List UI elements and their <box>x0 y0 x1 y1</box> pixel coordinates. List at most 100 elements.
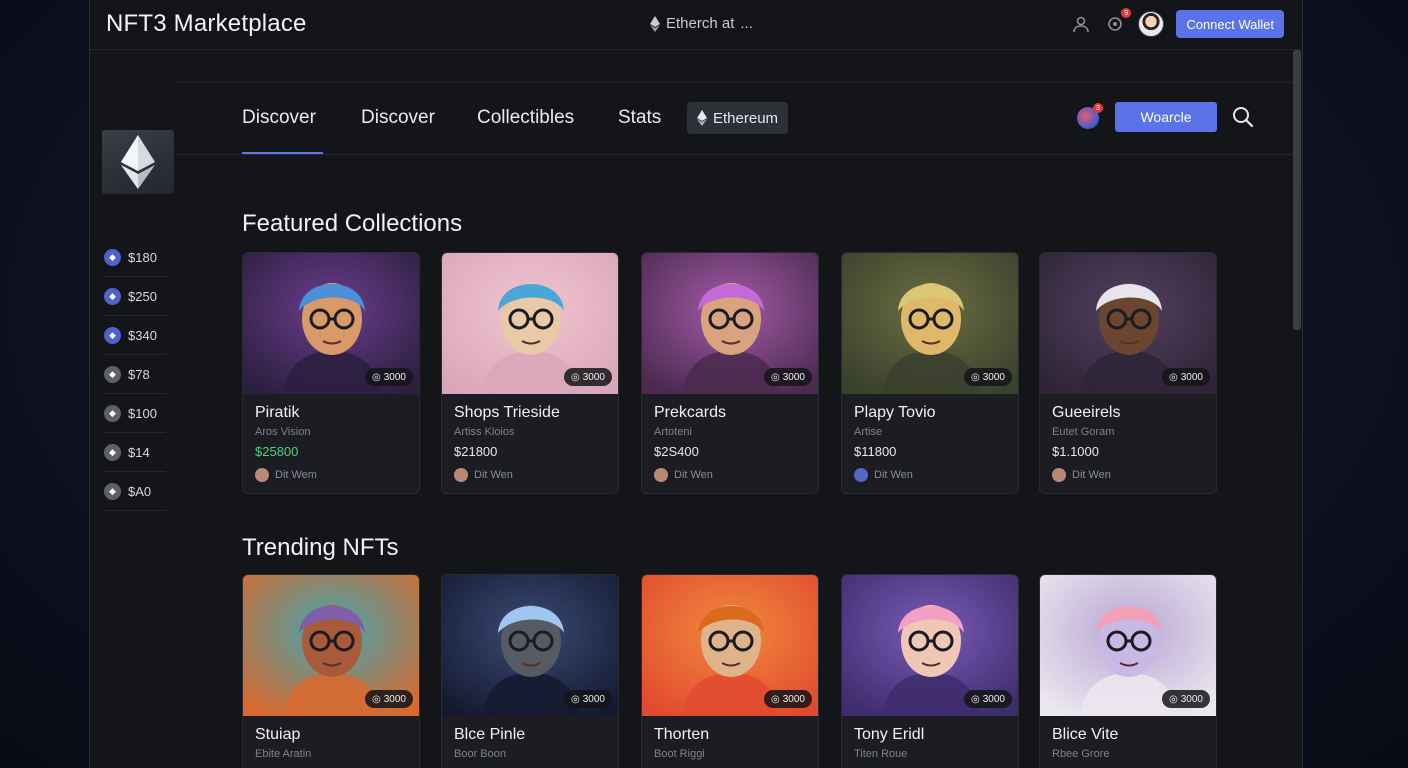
nft-image[interactable]: ◎ 3000 <box>842 575 1018 716</box>
owner-name: Dit Wem <box>275 469 317 481</box>
search-icon[interactable] <box>1231 105 1255 129</box>
price-tag: ◎ 3000 <box>1162 690 1210 708</box>
eth-coin-icon: ◆ <box>104 326 121 344</box>
orb-badge: 3 <box>1093 103 1103 113</box>
sidebar-item[interactable]: ◆ $250 <box>104 277 166 316</box>
nft-artist: Artise <box>854 426 883 438</box>
sidebar-item[interactable]: ◆ $100 <box>104 394 166 433</box>
sidebar-item[interactable]: ◆ $340 <box>104 316 166 355</box>
nft-card[interactable]: ◎ 3000 Stuiap Ebite Aratin <box>242 574 420 768</box>
avatar[interactable] <box>1138 11 1165 37</box>
nft-owner[interactable]: Dit Wen <box>1052 468 1204 482</box>
nft-card[interactable]: ◎ 3000 Prekcards Artoteni $2S400 Dit Wen <box>641 252 819 494</box>
eth-tag-icon: ◎ <box>971 693 980 705</box>
nft-name[interactable]: Blce Pinle <box>454 726 606 744</box>
eth-tag-icon: ◎ <box>1169 693 1178 705</box>
notification-icon[interactable]: 9 <box>1104 8 1132 35</box>
nft-artist: Rbee Grore <box>1052 748 1110 760</box>
network-more: ... <box>740 15 753 32</box>
profile-orb-icon[interactable]: 3 <box>1077 103 1103 129</box>
nft-owner[interactable]: Dit Wen <box>654 468 806 482</box>
owner-avatar <box>654 468 668 482</box>
nft-card[interactable]: ◎ 3000 Thorten Boot Riggi <box>641 574 819 768</box>
nft-image[interactable]: ◎ 3000 <box>1040 575 1216 716</box>
owner-name: Dit Wen <box>1072 469 1111 481</box>
sidebar-item[interactable]: ◆ $14 <box>104 433 166 472</box>
nft-image[interactable]: ◎ 3000 <box>642 253 818 394</box>
nft-name[interactable]: Tony Eridl <box>854 726 1006 744</box>
coin-icon: ◆ <box>104 443 121 461</box>
sidebar-item-label: $100 <box>128 405 157 421</box>
main-nav: Discover Discover Collectibles Stats Eth… <box>175 83 1295 155</box>
nft-image[interactable]: ◎ 3000 <box>442 575 618 716</box>
nft-artist: Artiss Kloios <box>454 426 515 438</box>
price-tag-value: 3000 <box>982 693 1005 705</box>
nft-artist: Boot Riggi <box>654 748 705 760</box>
tab-discover-active[interactable]: Discover <box>242 107 316 129</box>
sidebar-item[interactable]: ◆ $78 <box>104 355 166 394</box>
nft-name[interactable]: Shops Trieside <box>454 404 606 422</box>
sidebar-item[interactable]: ◆ $A0 <box>104 472 166 511</box>
eth-tag-icon: ◎ <box>372 693 381 705</box>
nft-image[interactable]: ◎ 3000 <box>243 575 419 716</box>
nft-card[interactable]: ◎ 3000 Gueeirels Eutet Goram $1.1000 Dit Wen <box>1039 252 1217 494</box>
nft-name[interactable]: Piratik <box>255 404 407 422</box>
ethereum-logo-tile[interactable] <box>102 130 174 194</box>
featured-section-title: Featured Collections <box>242 210 463 237</box>
nft-image[interactable]: ◎ 3000 <box>442 253 618 394</box>
price-tag-value: 3000 <box>582 693 605 705</box>
user-icon[interactable] <box>1070 13 1092 35</box>
nft-image[interactable]: ◎ 3000 <box>243 253 419 394</box>
owner-avatar <box>255 468 269 482</box>
network-pill[interactable]: Ethereum <box>687 102 789 134</box>
price-tag-value: 3000 <box>582 371 605 383</box>
nft-owner[interactable]: Dit Wem <box>255 468 407 482</box>
coin-icon: ◆ <box>104 404 121 422</box>
nft-name[interactable]: Plapy Tovio <box>854 404 1006 422</box>
nft-owner[interactable]: Dit Wen <box>854 468 1006 482</box>
eth-coin-icon: ◆ <box>104 287 121 305</box>
nft-name[interactable]: Blice Vite <box>1052 726 1204 744</box>
price-tag-value: 3000 <box>782 371 805 383</box>
nft-name[interactable]: Stuiap <box>255 726 407 744</box>
eth-tag-icon: ◎ <box>971 371 980 383</box>
nft-artist: Titen Roue <box>854 748 908 760</box>
scrollbar[interactable] <box>1293 50 1301 330</box>
ethereum-logo-icon <box>121 135 155 189</box>
nft-name[interactable]: Thorten <box>654 726 806 744</box>
tab-discover[interactable]: Discover <box>361 107 435 129</box>
tab-collectibles[interactable]: Collectibles <box>477 107 574 129</box>
ethereum-icon <box>650 15 660 32</box>
connect-wallet-button[interactable]: Connect Wallet <box>1176 10 1284 38</box>
eth-tag-icon: ◎ <box>571 371 580 383</box>
nft-card[interactable]: ◎ 3000 Blice Vite Rbee Grore <box>1039 574 1217 768</box>
nft-owner[interactable]: Dit Wen <box>454 468 606 482</box>
app-window: NFT3 Marketplace Etherch at ... 9 Connec… <box>89 0 1303 768</box>
tab-stats[interactable]: Stats <box>618 107 661 129</box>
network-label: Etherch at <box>666 15 735 32</box>
price-tag: ◎ 3000 <box>964 368 1012 386</box>
price-tag: ◎ 3000 <box>1162 368 1210 386</box>
owner-avatar <box>454 468 468 482</box>
nft-card[interactable]: ◎ 3000 Plapy Tovio Artise $11800 Dit Wen <box>841 252 1019 494</box>
primary-action-button[interactable]: Woarcle <box>1115 102 1217 132</box>
nft-image[interactable]: ◎ 3000 <box>1040 253 1216 394</box>
nft-image[interactable]: ◎ 3000 <box>842 253 1018 394</box>
coin-icon: ◆ <box>104 365 121 383</box>
nft-image[interactable]: ◎ 3000 <box>642 575 818 716</box>
nft-card[interactable]: ◎ 3000 Blce Pinle Boor Boon <box>441 574 619 768</box>
nft-artist: Boor Boon <box>454 748 506 760</box>
nft-name[interactable]: Prekcards <box>654 404 806 422</box>
nft-artist: Eutet Goram <box>1052 426 1115 438</box>
nft-card[interactable]: ◎ 3000 Shops Trieside Artiss Kloios $21800 Di… <box>441 252 619 494</box>
nft-card[interactable]: ◎ 3000 Tony Eridl Titen Roue <box>841 574 1019 768</box>
nft-artist: Ebite Aratin <box>255 748 312 760</box>
nft-name[interactable]: Gueeirels <box>1052 404 1204 422</box>
main-content: Discover Discover Collectibles Stats Eth… <box>175 50 1295 768</box>
nft-price: $1.1000 <box>1052 444 1099 459</box>
nft-card[interactable]: ◎ 3000 Piratik Aros Vision $25800 Dit Wem <box>242 252 420 494</box>
nft-price: $11800 <box>854 444 897 459</box>
network-selector[interactable]: Etherch at ... <box>650 15 753 32</box>
active-tab-indicator <box>242 152 323 154</box>
sidebar-item[interactable]: ◆ $180 <box>104 238 166 277</box>
